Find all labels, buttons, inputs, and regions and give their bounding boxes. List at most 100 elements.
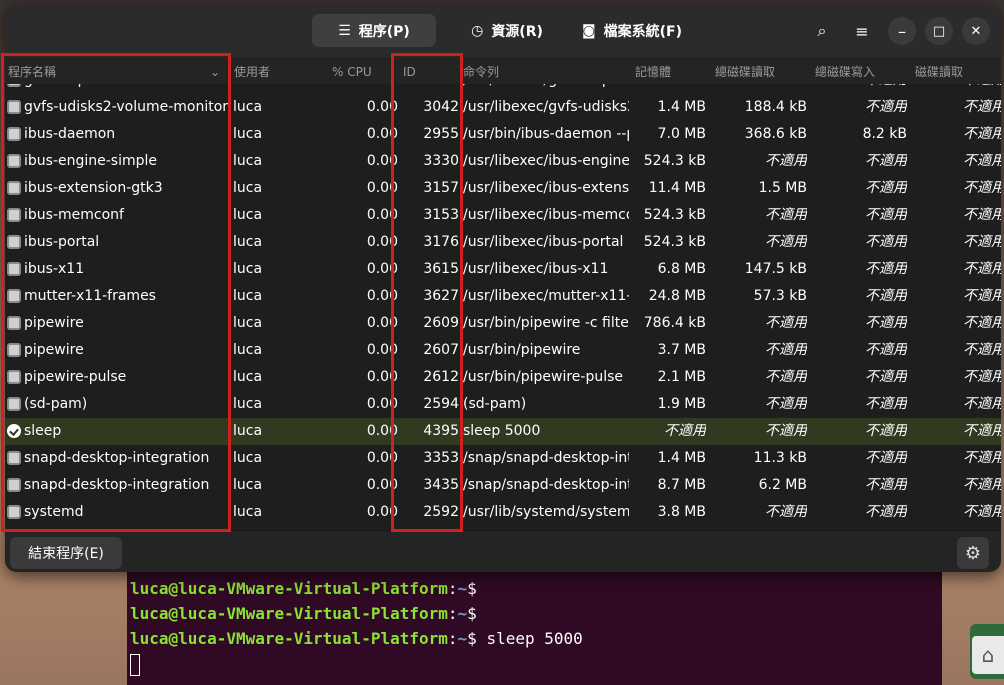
cell-memory: 393.2 kB [633, 84, 706, 94]
cell-memory: 524.3 kB [643, 207, 706, 223]
terminal-prompt-colon: : [447, 604, 458, 623]
column-header-user[interactable]: 使用者 [234, 57, 270, 84]
cell-id: 2592 [423, 504, 459, 520]
process-icon [7, 235, 21, 249]
cell-id: 3330 [423, 153, 459, 169]
close-icon: ✕ [970, 23, 982, 39]
minimize-button[interactable]: – [888, 17, 916, 45]
chevron-down-icon[interactable]: ⌄ [210, 57, 220, 84]
cell-command: /usr/libexec/mutter-x11-fr [463, 288, 629, 304]
cell-cpu: 0.00 [366, 396, 398, 412]
cell-read: 不適用 [963, 342, 1001, 358]
cell-command: /usr/bin/pipewire -c filter- [463, 315, 629, 331]
cell-write-total: 不適用 [865, 207, 907, 223]
cell-read-total: 6.2 MB [758, 477, 807, 493]
cell-write-total: 8.2 kB [862, 126, 907, 142]
column-header-memory[interactable]: 記憶體 [635, 57, 671, 84]
cell-user: luca [233, 180, 263, 196]
cell-name: pipewire-pulse [24, 369, 127, 385]
cell-memory: 1.4 MB [657, 450, 706, 466]
terminal-window[interactable]: luca@luca-VMware-Virtual-Platform:~$ luca… [127, 560, 942, 685]
table-row[interactable]: systemd luca 0.00 2592/usr/lib/systemd/syst… [5, 499, 1001, 526]
cell-name: sleep [24, 423, 62, 439]
cell-memory: 8.7 MB [657, 477, 706, 493]
table-row[interactable]: ibus-x11 luca 0.00 3615/usr/libexec/ibus-x1… [5, 256, 1001, 283]
cell-memory: 11.4 MB [648, 180, 706, 196]
table-row[interactable]: sleep luca 0.00 4395 sleep 5000 不適用 不適用 不適用 不適用 [5, 418, 1001, 445]
table-row[interactable]: pipewire luca 0.00 2609/usr/bin/pipewire -c… [5, 310, 1001, 337]
column-header-disk-read[interactable]: 磁碟讀取 [915, 57, 963, 84]
cell-command: /usr/libexec/gvfs-mtp-vol [463, 84, 629, 94]
table-row[interactable]: ibus-extension-gtk3 luca 0.00 3157/usr/libe… [5, 175, 1001, 202]
cell-read: 不適用 [963, 180, 1001, 196]
cell-id: 3176 [423, 234, 459, 250]
menu-button[interactable]: ≡ [848, 17, 876, 45]
cell-name: ibus-memconf [24, 207, 124, 223]
cell-user: luca [233, 450, 263, 466]
cell-id: 3042 [423, 99, 459, 115]
table-row[interactable]: ibus-daemon luca 0.00 2955/usr/bin/ibus-dae… [5, 121, 1001, 148]
table-row[interactable]: ibus-engine-simple luca 0.00 3330/usr/libex… [5, 148, 1001, 175]
cell-read: 不適用 [963, 288, 1001, 304]
cell-user: luca [233, 369, 263, 385]
cell-read-total: 90.3 kB [710, 84, 807, 94]
cell-cpu: 0.00 [366, 261, 398, 277]
cell-read: 不適用 [963, 369, 1001, 385]
cell-memory: 1.9 MB [657, 396, 706, 412]
tab-resources[interactable]: ◷ 資源(R) [455, 14, 559, 47]
terminal-input-line[interactable] [127, 651, 942, 676]
table-row[interactable]: pipewire-pulse luca 0.00 2612/usr/bin/pipew… [5, 364, 1001, 391]
terminal-prompt-path: ~ [457, 629, 468, 648]
column-header-id[interactable]: ID [403, 57, 416, 84]
table-row[interactable]: gvfs-udisks2-volume-monitor luca 0.00 3042/… [5, 94, 1001, 121]
cell-write-total: 不適用 [865, 396, 907, 412]
cell-cpu: 0.00 [366, 207, 398, 223]
cell-read-total: 不適用 [765, 369, 807, 385]
cell-read-total: 不適用 [765, 207, 807, 223]
cell-memory: 3.7 MB [657, 342, 706, 358]
cell-name: gvfs-mtp-volume-monitor [24, 84, 229, 94]
cell-read-total: 不適用 [765, 234, 807, 250]
close-button[interactable]: ✕ [962, 17, 990, 45]
column-header-name[interactable]: 程序名稱 [8, 57, 56, 84]
cell-read: 不適用 [963, 450, 1001, 466]
table-row[interactable]: gvfs-mtp-volume-monitor luca0.003172/usr/… [5, 84, 1001, 94]
cell-memory: 3.8 MB [657, 504, 706, 520]
tab-label: 程序(P) [358, 23, 410, 40]
cell-memory: 7.0 MB [657, 126, 706, 142]
tab-processes[interactable]: ☰ 程序(P) [312, 14, 436, 47]
header-bar: ☰ 程序(P) ◷ 資源(R) ◙ 檔案系統(F) ⌕ ≡ – □ ✕ [5, 5, 1001, 57]
process-icon [7, 154, 21, 168]
home-icon[interactable]: ⌂ [972, 636, 1004, 674]
process-icon [7, 84, 21, 87]
tab-file-systems[interactable]: ◙ 檔案系統(F) [567, 14, 697, 47]
end-process-button[interactable]: 結束程序(E) [10, 537, 122, 569]
gauge-icon: ◷ [471, 22, 484, 39]
terminal-command: sleep 5000 [476, 629, 583, 648]
column-header-disk-read-total[interactable]: 總磁碟讀取 [715, 57, 775, 84]
table-row[interactable]: snapd-desktop-integration luca 0.00 3435/sn… [5, 472, 1001, 499]
cell-name: ibus-extension-gtk3 [24, 180, 163, 196]
cell-read-total: 不適用 [765, 396, 807, 412]
table-row[interactable]: pipewire luca 0.00 2607/usr/bin/pipewire 3.7… [5, 337, 1001, 364]
table-row[interactable]: ibus-memconf luca 0.00 3153/usr/libexec/ibu… [5, 202, 1001, 229]
cell-write-total: 不適用 [865, 504, 907, 520]
terminal-prompt-dollar: $ [467, 579, 477, 598]
maximize-button[interactable]: □ [925, 17, 953, 45]
process-properties-button[interactable]: ⚙ [957, 537, 989, 569]
cell-user: luca [233, 126, 263, 142]
column-header-command[interactable]: 命令列 [463, 57, 499, 84]
search-button[interactable]: ⌕ [808, 17, 836, 45]
cell-write-total: 不適用 [865, 99, 907, 115]
table-row[interactable]: snapd-desktop-integration luca 0.00 3353/sn… [5, 445, 1001, 472]
column-header-disk-write-total[interactable]: 總磁碟寫入 [815, 57, 875, 84]
cell-write-total: 不適用 [865, 315, 907, 331]
terminal-line: luca@luca-VMware-Virtual-Platform:~$ [127, 576, 942, 601]
column-header-cpu[interactable]: % CPU [332, 57, 372, 84]
table-row[interactable]: (sd-pam) luca 0.00 2594 (sd-pam) 1.9 MB 不適用 不適用… [5, 391, 1001, 418]
process-table[interactable]: gvfs-mtp-volume-monitorluca0.003172/usr/… [5, 84, 1001, 530]
table-row[interactable]: ibus-portal luca 0.00 3176/usr/libexec/ibus… [5, 229, 1001, 256]
cell-write-total: 不適用 [865, 342, 907, 358]
cell-id: 3627 [423, 288, 459, 304]
table-row[interactable]: mutter-x11-frames luca 0.00 3627/usr/libexe… [5, 283, 1001, 310]
